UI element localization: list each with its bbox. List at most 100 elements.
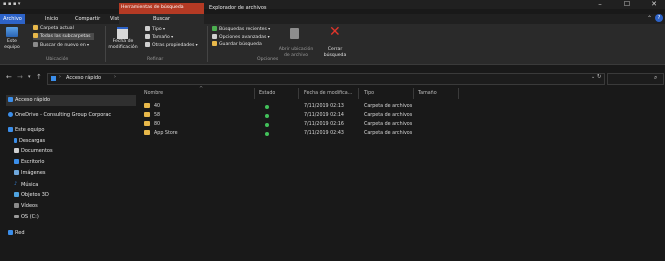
- column-separator[interactable]: [298, 88, 299, 99]
- download-icon: [14, 138, 17, 143]
- date-cell: 7/11/2019 02:13: [304, 104, 344, 109]
- sync-status-icon: [265, 114, 269, 118]
- save-search-icon: [212, 41, 217, 46]
- folder-icon: [144, 103, 150, 108]
- address-dropdown-icon[interactable]: ⌄: [591, 74, 595, 80]
- fecha-modificacion-button[interactable]: Fecha de modificación: [104, 39, 142, 50]
- nav-item-os-c[interactable]: OS (C:): [14, 212, 39, 223]
- search-input[interactable]: ⌕: [607, 73, 664, 85]
- opciones-avanzadas-label: Opciones avanzadas: [219, 35, 267, 40]
- column-separator[interactable]: [458, 88, 459, 99]
- column-separator[interactable]: [254, 88, 255, 99]
- tipo-button[interactable]: Tipo ▾: [145, 25, 165, 33]
- column-header-tipo[interactable]: Tipo: [364, 91, 374, 96]
- help-icon[interactable]: ?: [655, 14, 663, 22]
- nav-label: Escritorio: [21, 159, 45, 165]
- folder-icon: [144, 121, 150, 126]
- quick-access-toolbar[interactable]: ▪ ▪ ▪ ▾: [3, 1, 20, 7]
- image-icon: [14, 170, 19, 175]
- file-name: 80: [154, 122, 161, 127]
- column-separator[interactable]: [358, 88, 359, 99]
- forward-icon[interactable]: →: [17, 73, 23, 81]
- recent-locations-icon[interactable]: ▾: [28, 74, 31, 80]
- nav-label: Red: [15, 230, 25, 236]
- column-separator[interactable]: [413, 88, 414, 99]
- type-cell: Carpeta de archivos: [364, 104, 413, 109]
- collapse-ribbon-icon[interactable]: ⌃: [647, 15, 652, 22]
- table-row[interactable]: 40 7/11/2019 02:13 Carpeta de archivos: [140, 103, 480, 111]
- opciones-avanzadas-button[interactable]: Opciones avanzadas ▾: [212, 33, 270, 41]
- search-icon: ⌕: [654, 74, 658, 81]
- column-header-fecha[interactable]: Fecha de modifica...: [304, 91, 352, 96]
- nav-item-imagenes[interactable]: Imágenes: [14, 168, 46, 179]
- column-header-tamano[interactable]: Tamaño: [418, 91, 437, 96]
- nav-label: OS (C:): [21, 214, 39, 220]
- close-button[interactable]: ✕: [644, 0, 664, 9]
- tab-archivo[interactable]: Archivo: [0, 14, 25, 24]
- up-icon[interactable]: ↑: [36, 73, 42, 81]
- table-row[interactable]: 80 7/11/2019 02:16 Carpeta de archivos: [140, 121, 480, 129]
- cube-icon: [14, 192, 19, 197]
- minimize-button[interactable]: –: [590, 0, 610, 9]
- tab-inicio[interactable]: Inicio: [45, 14, 58, 24]
- tab-buscar[interactable]: Buscar: [119, 14, 204, 24]
- este-equipo-button[interactable]: Este equipo: [0, 39, 24, 50]
- folder-icon: [144, 130, 150, 135]
- properties-icon: [145, 42, 150, 47]
- guardar-busqueda-button[interactable]: Guardar búsqueda: [212, 41, 262, 48]
- buscar-de-nuevo-label: Buscar de nuevo en: [40, 43, 86, 48]
- guardar-busqueda-label: Guardar búsqueda: [219, 42, 262, 47]
- column-header-estado[interactable]: Estado: [259, 91, 275, 96]
- nav-label: Objetos 3D: [21, 192, 49, 198]
- search-again-icon: [33, 42, 38, 47]
- nav-item-acceso-rapido[interactable]: Acceso rápido: [8, 95, 50, 106]
- drive-icon: [14, 215, 19, 218]
- maximize-button[interactable]: ☐: [617, 0, 637, 9]
- abrir-ubicacion-button[interactable]: Abrir ubicación de archivo: [275, 47, 317, 58]
- nav-item-red[interactable]: Red: [8, 228, 25, 239]
- nav-label: Música: [21, 182, 39, 188]
- sort-ascending-icon: ^: [199, 86, 204, 92]
- document-icon: [14, 148, 19, 153]
- refinar-group-label: Refinar: [147, 57, 164, 62]
- address-bar[interactable]: › Acceso rápido › ⌄ ↻: [47, 73, 605, 85]
- type-cell: Carpeta de archivos: [364, 122, 413, 127]
- network-icon: [8, 230, 13, 235]
- date-cell: 7/11/2019 02:14: [304, 113, 344, 118]
- otras-propiedades-label: Otras propiedades: [152, 43, 195, 48]
- buscar-de-nuevo-button[interactable]: Buscar de nuevo en ▾: [33, 41, 89, 49]
- table-row[interactable]: App Store 7/11/2019 02:43 Carpeta de arc…: [140, 130, 480, 138]
- sync-status-icon: [265, 132, 269, 136]
- search-tools-context-header: Herramientas de búsqueda: [119, 3, 204, 14]
- nav-item-objetos-3d[interactable]: Objetos 3D: [14, 190, 49, 201]
- opciones-group-label: Opciones: [257, 57, 279, 62]
- star-icon: [51, 76, 56, 81]
- refresh-icon[interactable]: ↻: [597, 74, 602, 80]
- file-name: 40: [154, 104, 161, 109]
- cerrar-busqueda-button[interactable]: Cerrar búsqueda: [320, 47, 350, 58]
- star-icon: [8, 97, 13, 102]
- type-cell: Carpeta de archivos: [364, 131, 413, 136]
- title-bar: ▪ ▪ ▪ ▾ – ☐ ✕: [0, 0, 665, 9]
- nav-item-escritorio[interactable]: Escritorio: [14, 157, 44, 168]
- nav-item-onedrive[interactable]: OneDrive - Consulting Group Corporac: [8, 110, 111, 121]
- nav-item-videos[interactable]: Vídeos: [14, 201, 38, 212]
- otras-propiedades-button[interactable]: Otras propiedades ▾: [145, 41, 198, 49]
- carpeta-actual-button[interactable]: Carpeta actual: [33, 25, 74, 32]
- back-icon[interactable]: ←: [6, 73, 12, 81]
- recent-searches-icon: [212, 26, 217, 31]
- nav-item-documentos[interactable]: Documentos: [14, 146, 53, 157]
- busquedas-recientes-button[interactable]: Búsquedas recientes ▾: [212, 25, 270, 33]
- breadcrumb-separator: ›: [59, 75, 61, 80]
- column-header-nombre[interactable]: Nombre: [144, 91, 163, 96]
- tamano-button[interactable]: Tamaño ▾: [145, 33, 173, 41]
- todas-subcarpetas-button[interactable]: Todas las subcarpetas: [33, 33, 94, 40]
- tamano-label: Tamaño: [152, 35, 170, 40]
- breadcrumb-acceso-rapido[interactable]: Acceso rápido: [66, 75, 101, 81]
- table-row[interactable]: 58 7/11/2019 02:14 Carpeta de archivos: [140, 112, 480, 120]
- file-name-cell: 80: [144, 121, 160, 129]
- tab-compartir[interactable]: Compartir: [75, 14, 100, 24]
- nav-label: Este equipo: [15, 127, 45, 133]
- nav-item-este-equipo[interactable]: Este equipo: [8, 125, 44, 136]
- calendar-icon: [117, 27, 128, 39]
